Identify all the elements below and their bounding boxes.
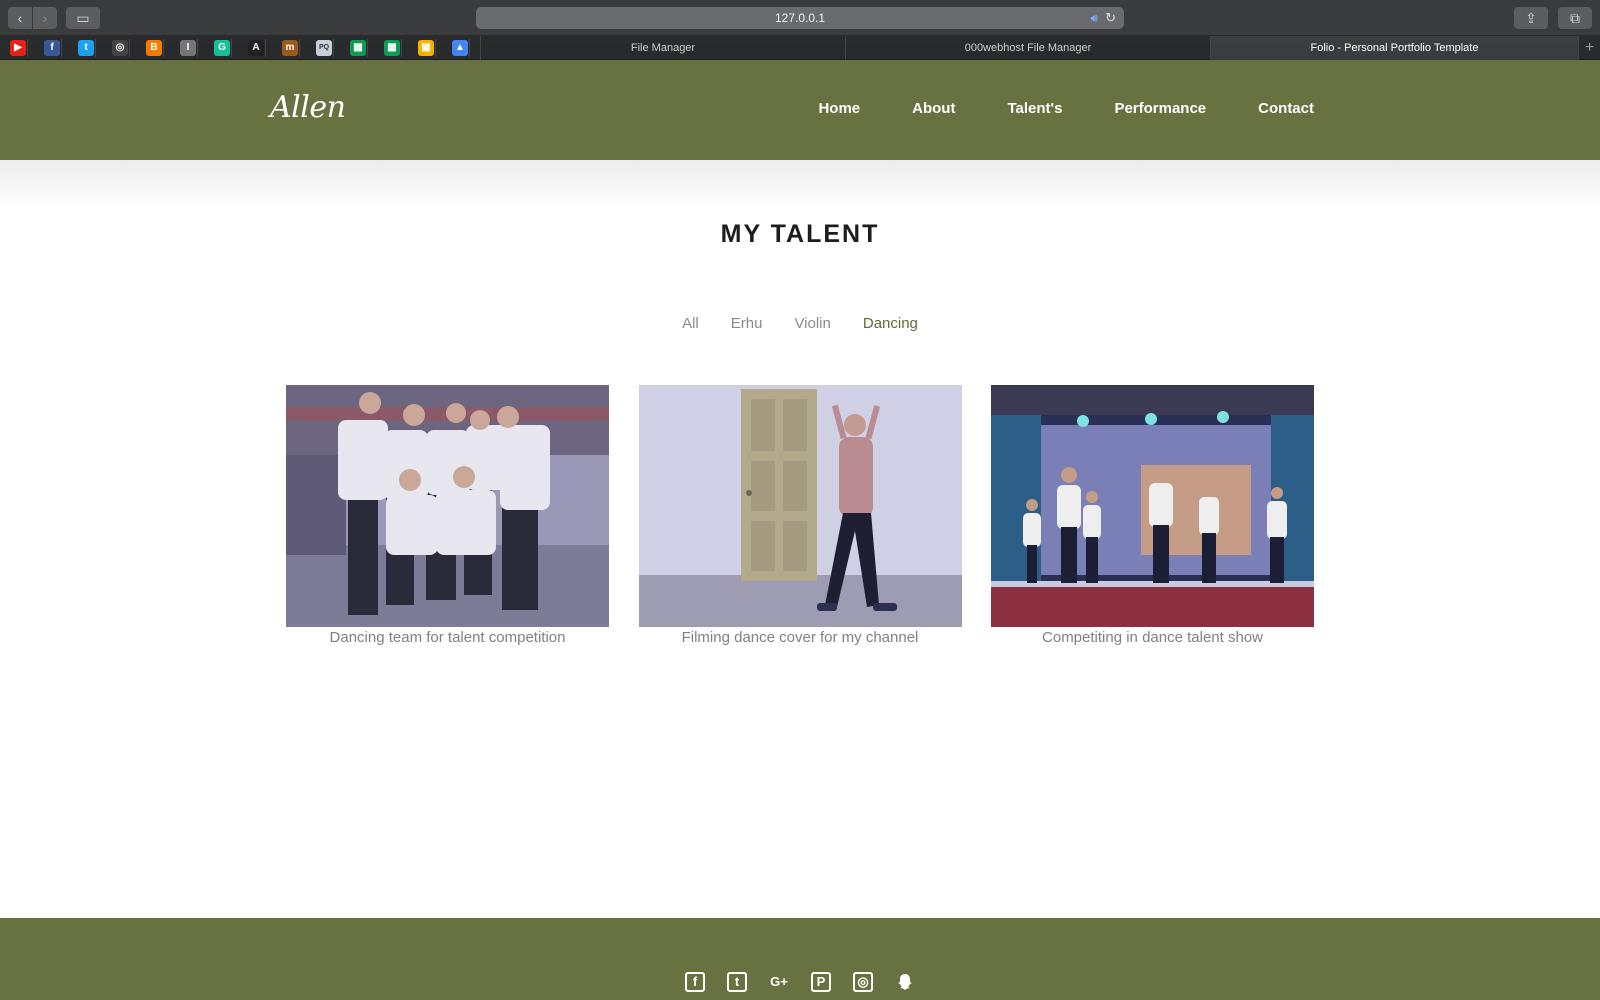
talent-gallery: Dancing team for talent competition Film… bbox=[286, 385, 1314, 646]
tab-folio[interactable]: Folio - Personal Portfolio Template bbox=[1210, 36, 1578, 60]
share-icon[interactable]: ⇪ bbox=[1514, 7, 1548, 29]
bookmark-separator bbox=[197, 39, 198, 57]
twitter-icon[interactable]: t bbox=[727, 972, 747, 992]
forward-icon[interactable]: › bbox=[33, 7, 57, 29]
bookmark-separator bbox=[435, 39, 436, 57]
site-footer: f t G+ P ◎ bbox=[0, 918, 1600, 1000]
tab-000webhost-file-manager[interactable]: 000webhost File Manager bbox=[845, 36, 1210, 60]
back-icon[interactable]: ‹ bbox=[8, 7, 32, 29]
audio-icon[interactable]: 🔊︎ bbox=[1090, 7, 1098, 29]
address-bar[interactable]: 127.0.0.1 🔊︎ ↻ bbox=[476, 7, 1124, 29]
facebook-icon[interactable]: f bbox=[44, 40, 60, 56]
gallery-item[interactable]: Competiting in dance talent show bbox=[991, 385, 1314, 646]
gallery-caption: Filming dance cover for my channel bbox=[681, 629, 919, 646]
gallery-caption: Dancing team for talent competition bbox=[329, 629, 566, 646]
bookmark-separator bbox=[401, 39, 402, 57]
bookmark-separator bbox=[129, 39, 130, 57]
twitter-icon[interactable]: t bbox=[78, 40, 94, 56]
new-tab-icon[interactable]: + bbox=[1578, 36, 1600, 60]
slides-icon[interactable]: ▣ bbox=[418, 40, 434, 56]
header-shadow bbox=[0, 160, 1600, 210]
site-logo[interactable]: Allen bbox=[270, 90, 346, 125]
filter-all[interactable]: All bbox=[682, 315, 699, 332]
reload-icon[interactable]: ↻ bbox=[1105, 7, 1116, 29]
tab-bar: ▶ f t ◎ B I G Am PQ ▦ ▦ ▣ ▲ File Manager 000webhost … bbox=[0, 36, 1600, 60]
bookmark-separator bbox=[163, 39, 164, 57]
pinterest-icon[interactable]: P bbox=[811, 972, 831, 992]
bookmark-separator bbox=[299, 39, 300, 57]
gallery-item[interactable]: Dancing team for talent competition bbox=[286, 385, 609, 646]
filter-violin[interactable]: Violin bbox=[794, 315, 830, 332]
nav-about[interactable]: About bbox=[912, 100, 955, 117]
google-plus-icon[interactable]: G+ bbox=[769, 972, 789, 992]
mendeley-icon[interactable]: m bbox=[282, 40, 298, 56]
social-links: f t G+ P ◎ bbox=[0, 972, 1600, 992]
filter-erhu[interactable]: Erhu bbox=[731, 315, 763, 332]
dance-team-photo[interactable] bbox=[286, 385, 609, 627]
nav-talents[interactable]: Talent's bbox=[1007, 100, 1062, 117]
instagram-icon[interactable]: ◎ bbox=[853, 972, 873, 992]
drive-icon[interactable]: ▲ bbox=[452, 40, 468, 56]
browser-toolbar: ‹ › ▭ 127.0.0.1 🔊︎ ↻ ⇪ ⧉ bbox=[0, 0, 1600, 36]
bookmark-separator bbox=[367, 39, 368, 57]
bookmark-separator bbox=[265, 39, 266, 57]
bookmark-separator bbox=[469, 39, 470, 57]
sheets-icon-2[interactable]: ▦ bbox=[384, 40, 400, 56]
bookmark-separator bbox=[95, 39, 96, 57]
sidebar-toggle-icon[interactable]: ▭ bbox=[66, 7, 100, 29]
snapchat-icon[interactable] bbox=[895, 972, 915, 992]
dance-show-photo[interactable] bbox=[991, 385, 1314, 627]
site-header: Allen Home About Talent's Performance Co… bbox=[0, 60, 1600, 160]
grammarly-icon[interactable]: G bbox=[214, 40, 230, 56]
instagram-icon[interactable]: ◎ bbox=[112, 40, 128, 56]
tab-file-manager[interactable]: File Manager bbox=[480, 36, 845, 60]
blogger-icon[interactable]: B bbox=[146, 40, 162, 56]
youtube-icon[interactable]: ▶ bbox=[10, 40, 26, 56]
nav-contact[interactable]: Contact bbox=[1258, 100, 1314, 117]
dance-cover-photo[interactable] bbox=[638, 385, 962, 627]
generic-i-icon[interactable]: I bbox=[180, 40, 196, 56]
bookmark-separator bbox=[61, 39, 62, 57]
font-a-icon[interactable]: A bbox=[248, 40, 264, 56]
bookmark-separator bbox=[27, 39, 28, 57]
section-title: MY TALENT bbox=[720, 220, 880, 248]
pq-icon[interactable]: PQ bbox=[316, 40, 332, 56]
sheets-icon[interactable]: ▦ bbox=[350, 40, 366, 56]
filter-dancing[interactable]: Dancing bbox=[863, 315, 918, 332]
tab-overview-icon[interactable]: ⧉ bbox=[1558, 7, 1592, 29]
nav-home[interactable]: Home bbox=[818, 100, 860, 117]
address-text: 127.0.0.1 bbox=[774, 11, 826, 25]
nav-performance[interactable]: Performance bbox=[1114, 100, 1206, 117]
gallery-item[interactable]: Filming dance cover for my channel bbox=[638, 385, 962, 646]
facebook-icon[interactable]: f bbox=[685, 972, 705, 992]
talent-filters: All Erhu Violin Dancing bbox=[0, 315, 1600, 332]
bookmark-separator bbox=[231, 39, 232, 57]
gallery-caption: Competiting in dance talent show bbox=[1042, 629, 1263, 646]
bookmark-separator bbox=[333, 39, 334, 57]
main-nav: Home About Talent's Performance Contact bbox=[818, 100, 1314, 117]
